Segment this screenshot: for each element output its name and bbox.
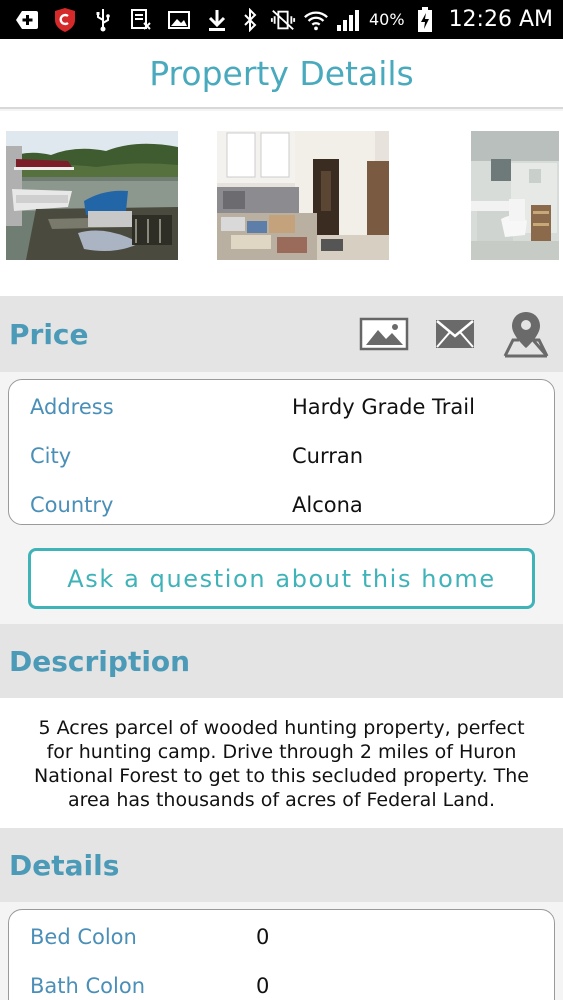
security-shield-icon xyxy=(52,7,78,33)
page-title: Property Details xyxy=(149,53,414,93)
app-header: Property Details xyxy=(0,39,563,109)
gallery-notification-icon xyxy=(166,7,192,33)
bed-value: 0 xyxy=(256,924,270,949)
cell-signal-icon xyxy=(336,7,362,33)
details-card: Bed Colon 0 Bath Colon 0 xyxy=(8,909,555,1000)
description-text: 5 Acres parcel of wooded hunting propert… xyxy=(34,717,529,811)
map-pin-icon[interactable] xyxy=(501,310,551,358)
country-label: Country xyxy=(30,492,114,517)
city-row: City Curran xyxy=(9,431,554,480)
wifi-icon xyxy=(303,7,329,33)
lake-dock-photo[interactable] xyxy=(6,131,178,260)
bluetooth-icon xyxy=(237,7,263,33)
ask-question-button[interactable]: Ask a question about this home xyxy=(28,548,535,609)
details-title: Details xyxy=(9,848,120,882)
country-row: Country Alcona xyxy=(9,480,554,529)
address-value: Hardy Grade Trail xyxy=(292,394,475,419)
image-icon[interactable] xyxy=(359,317,409,351)
download-icon xyxy=(204,7,230,33)
room-interior-photo[interactable] xyxy=(217,131,389,260)
add-notification-icon xyxy=(14,7,40,33)
bath-label: Bath Colon xyxy=(30,973,145,998)
vibrate-mute-icon xyxy=(270,7,296,33)
battery-percent: 40% xyxy=(369,10,405,29)
bed-label: Bed Colon xyxy=(30,924,137,949)
sim-card-icon xyxy=(128,7,154,33)
description-title: Description xyxy=(9,644,191,678)
details-section-header: Details xyxy=(0,828,563,902)
description-section-header: Description xyxy=(0,624,563,698)
description-body: 5 Acres parcel of wooded hunting propert… xyxy=(0,698,563,828)
ask-question-area: Ask a question about this home xyxy=(0,532,563,624)
bed-row: Bed Colon 0 xyxy=(9,912,554,961)
mail-icon[interactable] xyxy=(435,319,475,349)
city-value: Curran xyxy=(292,443,364,468)
address-row: Address Hardy Grade Trail xyxy=(9,382,554,431)
price-actions xyxy=(359,310,563,358)
clock: 12:26 AM xyxy=(448,7,553,32)
price-title: Price xyxy=(9,317,89,351)
battery-charging-icon xyxy=(412,6,438,33)
country-value: Alcona xyxy=(292,492,363,517)
bath-value: 0 xyxy=(256,973,270,998)
bath-row: Bath Colon 0 xyxy=(9,961,554,1000)
address-label: Address xyxy=(30,394,114,419)
ask-question-label: Ask a question about this home xyxy=(67,564,496,593)
status-bar: 40% 12:26 AM xyxy=(0,0,563,39)
city-label: City xyxy=(30,443,72,468)
address-card: Address Hardy Grade Trail City Curran Co… xyxy=(8,379,555,525)
photo-gallery[interactable] xyxy=(0,111,563,296)
bathroom-photo[interactable] xyxy=(471,131,559,260)
price-section-header: Price xyxy=(0,296,563,372)
usb-icon xyxy=(90,7,116,33)
